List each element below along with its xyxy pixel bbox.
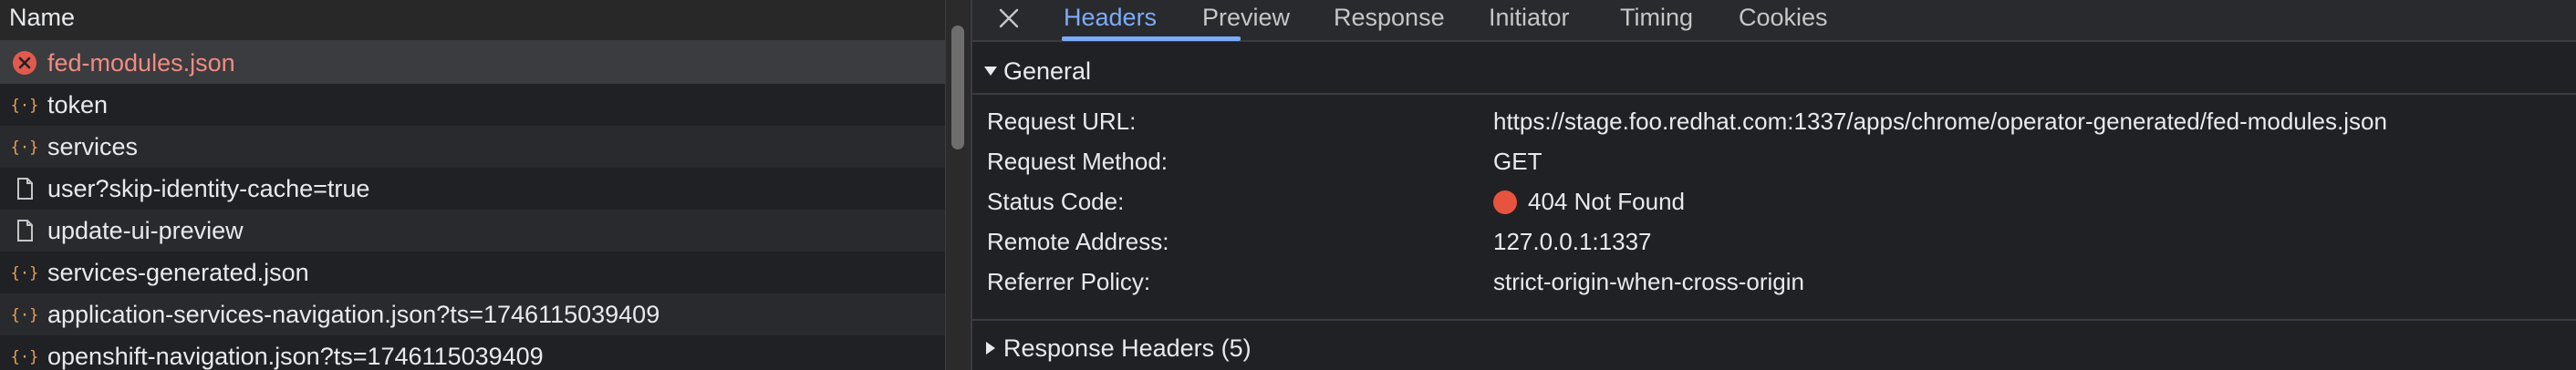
- request-list: Name fed-modules.json {·} token {·} serv…: [0, 0, 945, 370]
- list-item[interactable]: {·} token: [0, 84, 945, 126]
- status-error-dot-icon: [1493, 190, 1517, 214]
- triangle-down-icon: [983, 64, 998, 78]
- svg-text:{·}: {·}: [12, 264, 37, 283]
- svg-text:{·}: {·}: [12, 348, 37, 366]
- close-icon: [999, 8, 1019, 28]
- referrer-policy-value: strict-origin-when-cross-origin: [1493, 268, 1804, 295]
- list-header[interactable]: Name: [0, 0, 945, 42]
- list-item-label: token: [47, 90, 109, 118]
- request-method-value: GET: [1493, 148, 1542, 175]
- svg-text:{·}: {·}: [12, 306, 37, 324]
- general-section-title: General: [1003, 57, 1092, 85]
- document-icon: [11, 217, 38, 244]
- tab-initiator[interactable]: Initiator: [1489, 0, 1570, 42]
- general-section-header[interactable]: General: [972, 51, 2576, 91]
- json-icon: {·}: [11, 91, 38, 118]
- response-headers-section-header[interactable]: Response Headers (5): [972, 328, 2576, 368]
- tab-cookies[interactable]: Cookies: [1739, 0, 1828, 42]
- list-item-label: services: [47, 132, 139, 160]
- list-item[interactable]: {·} openshift-navigation.json?ts=1746115…: [0, 335, 945, 370]
- list-item-label: update-ui-preview: [47, 216, 244, 244]
- name-column-header[interactable]: Name: [9, 4, 75, 32]
- request-url-value: https://stage.foo.redhat.com:1337/apps/c…: [1493, 108, 2387, 135]
- close-button[interactable]: [992, 2, 1025, 35]
- request-method-key: Request Method:: [987, 148, 1169, 175]
- remote-address-value: 127.0.0.1:1337: [1493, 228, 1652, 255]
- request-url-key: Request URL:: [987, 108, 1137, 135]
- referrer-policy-key: Referrer Policy:: [987, 268, 1151, 295]
- list-item[interactable]: fed-modules.json: [0, 42, 945, 84]
- status-code-text: 404 Not Found: [1528, 188, 1686, 215]
- triangle-right-icon: [983, 341, 998, 355]
- list-item-label: services-generated.json: [47, 258, 309, 286]
- scrollbar-thumb[interactable]: [951, 26, 964, 149]
- list-item[interactable]: update-ui-preview: [0, 210, 945, 252]
- json-icon: {·}: [11, 133, 38, 160]
- list-scrollbar[interactable]: [945, 0, 971, 370]
- json-icon: {·}: [11, 259, 38, 286]
- list-item[interactable]: user?skip-identity-cache=true: [0, 168, 945, 210]
- tab-response[interactable]: Response: [1334, 0, 1445, 42]
- status-code-value: 404 Not Found: [1493, 188, 1685, 216]
- document-icon: [11, 175, 38, 202]
- svg-text:{·}: {·}: [12, 97, 37, 115]
- json-icon: {·}: [11, 343, 38, 370]
- remote-address-key: Remote Address:: [987, 228, 1169, 255]
- list-item-label: user?skip-identity-cache=true: [47, 174, 370, 202]
- tab-timing[interactable]: Timing: [1620, 0, 1693, 42]
- svg-text:{·}: {·}: [12, 139, 37, 157]
- details-tabbar: Headers Preview Response Initiator Timin…: [972, 0, 2576, 42]
- status-code-key: Status Code:: [987, 188, 1125, 215]
- section-divider: [972, 93, 2576, 95]
- request-rows: fed-modules.json {·} token {·} services …: [0, 42, 945, 370]
- list-item-label: openshift-navigation.json?ts=17461150394…: [47, 342, 544, 370]
- list-item[interactable]: {·} application-services-navigation.json…: [0, 293, 945, 335]
- active-tab-indicator: [1062, 36, 1241, 41]
- list-item[interactable]: {·} services-generated.json: [0, 252, 945, 293]
- error-icon: [11, 49, 38, 77]
- list-item-label: application-services-navigation.json?ts=…: [47, 300, 660, 328]
- list-item[interactable]: {·} services: [0, 126, 945, 168]
- devtools-network-panel: Name fed-modules.json {·} token {·} serv…: [0, 0, 2576, 370]
- section-divider: [972, 319, 2576, 321]
- list-item-label: fed-modules.json: [47, 48, 235, 77]
- request-details: Headers Preview Response Initiator Timin…: [972, 0, 2576, 370]
- response-headers-title: Response Headers (5): [1003, 334, 1252, 362]
- json-icon: {·}: [11, 301, 38, 328]
